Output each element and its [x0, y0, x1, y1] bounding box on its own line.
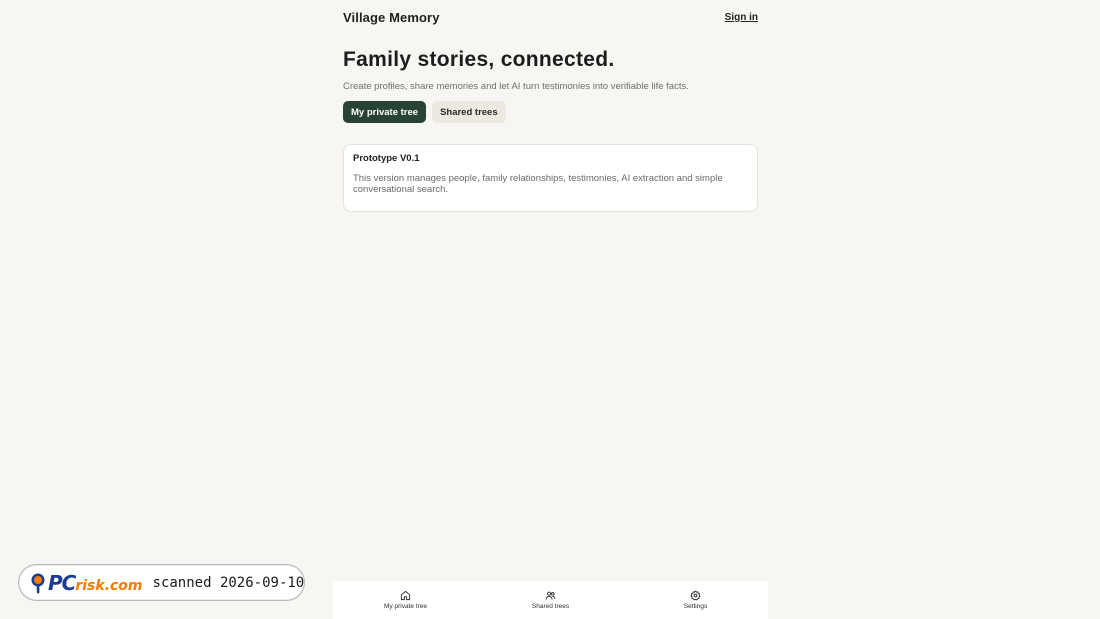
home-icon — [400, 590, 411, 601]
nav-label: Shared trees — [531, 603, 570, 610]
brand-name: Village Memory — [343, 9, 440, 25]
main-container: Village Memory Sign in Family stories, c… — [343, 0, 758, 212]
bottom-nav: My private tree Shared trees Settings — [333, 581, 768, 619]
top-bar: Village Memory Sign in — [343, 0, 758, 34]
nav-label: My private tree — [384, 603, 427, 610]
nav-label: Settings — [683, 603, 708, 610]
app-page: Village Memory Sign in Family stories, c… — [0, 0, 1100, 619]
tab-shared-trees[interactable]: Shared trees — [432, 101, 506, 123]
nav-item-shared-trees[interactable]: Shared trees — [496, 590, 606, 610]
card-body: This version manages people, family rela… — [353, 173, 723, 195]
scan-stamp: scanned 2026-09-10 — [152, 574, 305, 591]
pcrisk-logo: PCrisk.com — [29, 571, 143, 595]
hero-title: Family stories, connected. — [343, 48, 615, 71]
nav-item-my-private-tree[interactable]: My private tree — [351, 590, 461, 610]
sign-in-link[interactable]: Sign in — [725, 12, 758, 23]
users-icon — [545, 591, 556, 600]
nav-item-settings[interactable]: Settings — [641, 590, 751, 610]
magnifier-icon — [31, 573, 45, 593]
tab-my-private-tree[interactable]: My private tree — [343, 101, 427, 123]
gear-icon — [690, 590, 701, 601]
hero-subtitle: Create profiles, share memories and let … — [343, 81, 689, 92]
tree-tabs: My private tree Shared trees — [343, 101, 758, 123]
card-title: Prototype V0.1 — [353, 153, 420, 164]
prototype-card: Prototype V0.1 This version manages peop… — [343, 144, 758, 212]
pcrisk-logo-text: PCrisk.com — [48, 570, 143, 595]
pcrisk-watermark: PCrisk.com scanned 2026-09-10 — [18, 564, 305, 601]
